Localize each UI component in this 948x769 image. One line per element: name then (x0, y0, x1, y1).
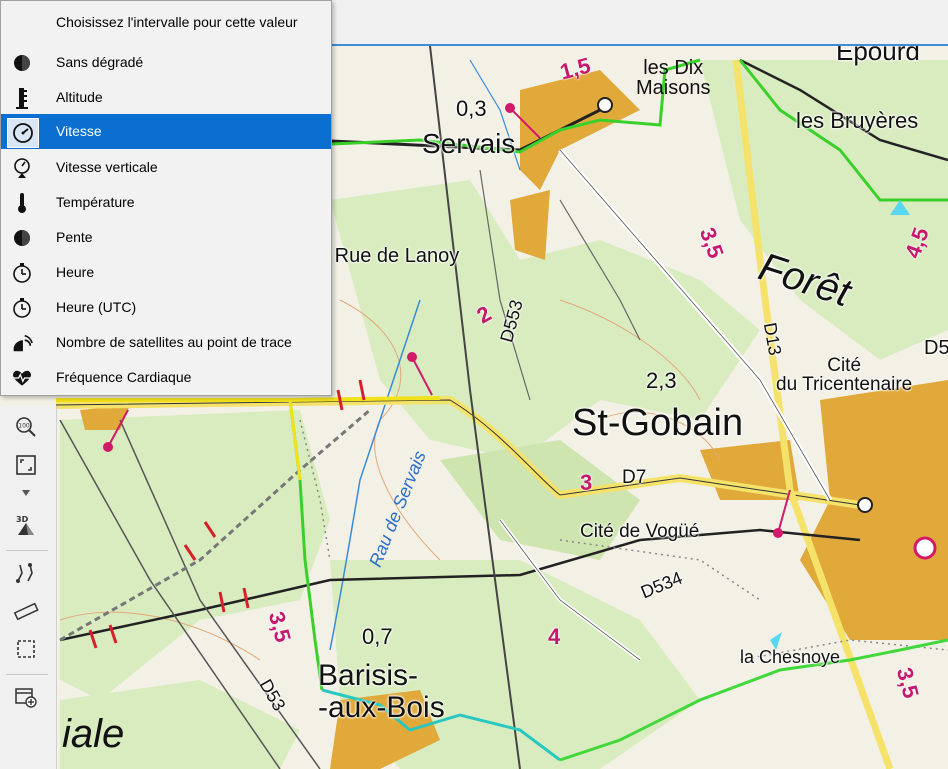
menu-item-temperature[interactable]: Température (1, 185, 331, 220)
map-label-cite-de-vogue: Cité de Vogüé (580, 521, 700, 542)
zoom-100-icon[interactable]: 100 (8, 410, 44, 444)
menu-item-label: Pente (56, 229, 93, 245)
map-label-st-gobain: St-Gobain (572, 402, 744, 444)
menu-item-label: Vitesse (56, 123, 102, 139)
heart-rate-icon (11, 367, 33, 389)
menu-item-vitesse-verticale[interactable]: Vitesse verticale (1, 150, 331, 185)
map-label-iale: iale (62, 712, 125, 756)
map-label-rue-de-lanoy: a Rue de Lanoy (318, 245, 460, 267)
svg-text:100: 100 (18, 423, 30, 430)
route-tool-icon[interactable] (8, 556, 44, 590)
dropdown-arrow-icon[interactable] (8, 486, 44, 500)
3d-view-icon[interactable]: 3D (8, 508, 44, 542)
menu-item-frequence-cardiaque[interactable]: Fréquence Cardiaque (1, 360, 331, 395)
menu-item-heure-utc[interactable]: Heure (UTC) (1, 290, 331, 325)
map-label-la-chesnoye: la Chesnoye (740, 647, 841, 667)
map-label-d5: D5 (924, 337, 948, 359)
map-label-servais: Servais (422, 128, 516, 159)
menu-item-label: Nombre de satellites au point de trace (56, 334, 292, 350)
add-layer-icon[interactable] (8, 680, 44, 714)
menu-header-label: Choisissez l'intervalle pour cette valeu… (56, 14, 298, 30)
menu-item-label: Fréquence Cardiaque (56, 369, 192, 385)
menu-item-label: Heure (UTC) (56, 299, 137, 315)
map-km-3: 3 (580, 470, 593, 495)
map-label-alt-0-7: 0,7 (362, 624, 393, 649)
speedometer-icon (7, 118, 39, 148)
map-label-d7: D7 (622, 467, 647, 488)
vertical-speed-icon (11, 157, 33, 179)
slope-icon (11, 227, 33, 249)
menu-item-vitesse[interactable]: Vitesse (1, 114, 331, 149)
altitude-ruler-icon (11, 87, 33, 109)
menu-item-heure[interactable]: Heure (1, 255, 331, 290)
map-km-4: 4 (548, 624, 561, 649)
menu-item-altitude[interactable]: Altitude (1, 80, 331, 115)
menu-item-label: Sans dégradé (56, 54, 144, 70)
map-label-les-bruyeres: les Bruyères (796, 108, 919, 133)
menu-header: Choisissez l'intervalle pour cette valeu… (1, 5, 331, 40)
measure-ruler-icon[interactable] (8, 594, 44, 628)
svg-text:3D: 3D (16, 515, 29, 524)
thermometer-icon (11, 192, 33, 214)
fit-extent-icon[interactable] (8, 448, 44, 482)
menu-item-pente[interactable]: Pente (1, 220, 331, 255)
select-rectangle-icon[interactable] (8, 632, 44, 666)
map-label-alt-0-3: 0,3 (456, 96, 487, 121)
toolbar-separator (6, 550, 48, 551)
map-label-cite-tricentenaire: Cité du Tricentenaire (776, 355, 913, 395)
map-toolbar: 100 3D (0, 406, 57, 769)
map-label-barisis: Barisis- -aux-Bois (318, 659, 445, 724)
toolbar-separator (6, 674, 48, 675)
menu-item-label: Température (56, 194, 135, 210)
color-interval-menu: Choisissez l'intervalle pour cette valeu… (0, 0, 332, 396)
map-label-les-dix-maisons: les Dix Maisons (636, 57, 711, 99)
circle-half-icon (11, 52, 33, 74)
menu-item-satellites[interactable]: Nombre de satellites au point de trace (1, 325, 331, 360)
map-label-alt-2-3: 2,3 (646, 368, 677, 393)
menu-item-label: Vitesse verticale (56, 159, 158, 175)
menu-item-label: Altitude (56, 89, 103, 105)
menu-item-sans-degrade[interactable]: Sans dégradé (1, 45, 331, 80)
menu-item-label: Heure (56, 264, 95, 280)
stopwatch-icon (11, 262, 33, 284)
map-label-epourd: Épourd (836, 46, 920, 66)
satellite-icon (11, 332, 33, 354)
stopwatch-utc-icon (11, 297, 33, 319)
